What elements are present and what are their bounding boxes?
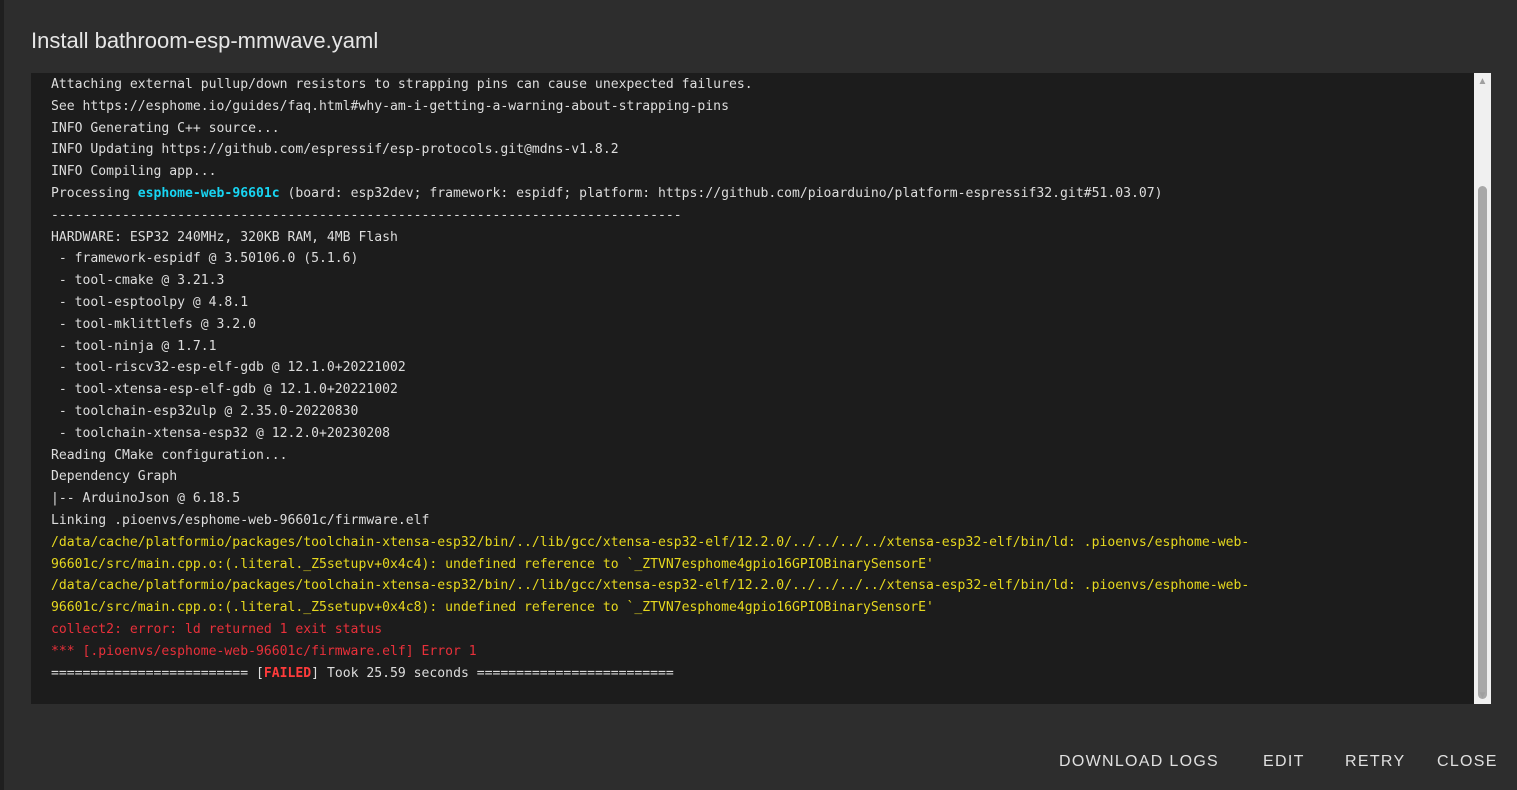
log-segment: 96601c/src/main.cpp.o:(.literal._Z5setup… <box>51 556 934 572</box>
install-dialog: Install bathroom-esp-mmwave.yaml Attachi… <box>4 0 1517 790</box>
log-segment: ========================= [ <box>51 665 264 681</box>
log-segment: - tool-riscv32-esp-elf-gdb @ 12.1.0+2022… <box>51 360 406 376</box>
edit-button[interactable]: EDIT <box>1263 750 1305 774</box>
log-line: *** [.pioenvs/esphome-web-96601c/firmwar… <box>51 641 1467 663</box>
log-segment: - framework-espidf @ 3.50106.0 (5.1.6) <box>51 251 359 267</box>
log-line: INFO Compiling app... <box>51 161 1467 183</box>
log-line: - toolchain-xtensa-esp32 @ 12.2.0+202302… <box>51 423 1467 445</box>
log-segment: ] Took 25.59 seconds ===================… <box>311 665 674 681</box>
log-segment: - toolchain-xtensa-esp32 @ 12.2.0+202302… <box>51 425 390 441</box>
log-line: - tool-xtensa-esp-elf-gdb @ 12.1.0+20221… <box>51 379 1467 401</box>
log-line: - tool-mklittlefs @ 3.2.0 <box>51 314 1467 336</box>
log-line: HARDWARE: ESP32 240MHz, 320KB RAM, 4MB F… <box>51 227 1467 249</box>
log-line: INFO Updating https://github.com/espress… <box>51 139 1467 161</box>
retry-button[interactable]: RETRY <box>1345 750 1405 774</box>
log-line: - framework-espidf @ 3.50106.0 (5.1.6) <box>51 248 1467 270</box>
dialog-title: Install bathroom-esp-mmwave.yaml <box>31 28 379 53</box>
failed-status-label: FAILED <box>263 665 312 681</box>
log-segment: |-- ArduinoJson @ 6.18.5 <box>51 491 241 507</box>
log-line: collect2: error: ld returned 1 exit stat… <box>51 619 1467 641</box>
log-segment: Processing <box>51 185 138 201</box>
log-line: Reading CMake configuration... <box>51 445 1467 467</box>
log-segment: *** [.pioenvs/esphome-web-96601c/firmwar… <box>51 643 477 659</box>
log-line: 96601c/src/main.cpp.o:(.literal._Z5setup… <box>51 554 1467 576</box>
download-logs-button[interactable]: DOWNLOAD LOGS <box>1059 750 1219 774</box>
log-line: - tool-esptoolpy @ 4.8.1 <box>51 292 1467 314</box>
scrollbar-thumb[interactable] <box>1478 185 1487 699</box>
log-segment: /data/cache/platformio/packages/toolchai… <box>51 534 1250 550</box>
log-segment: - tool-esptoolpy @ 4.8.1 <box>51 294 249 310</box>
log-segment: esphome-web-96601c <box>137 185 280 201</box>
log-segment: INFO Updating https://github.com/espress… <box>51 142 619 158</box>
log-line: - tool-riscv32-esp-elf-gdb @ 12.1.0+2022… <box>51 357 1467 379</box>
dialog-actions: DOWNLOAD LOGS EDIT RETRY CLOSE <box>4 750 1517 776</box>
log-output-text: Attaching external pullup/down resistors… <box>51 74 1467 684</box>
log-segment: Dependency Graph <box>51 469 178 485</box>
scroll-up-icon[interactable]: ▲ <box>1474 73 1491 90</box>
log-line: Attaching external pullup/down resistors… <box>51 74 1467 96</box>
log-segment: - tool-ninja @ 1.7.1 <box>51 338 217 354</box>
log-line: INFO Generating C++ source... <box>51 118 1467 140</box>
log-line: Processing esphome-web-96601c (board: es… <box>51 183 1467 205</box>
log-segment: - tool-xtensa-esp-elf-gdb @ 12.1.0+20221… <box>51 382 398 398</box>
log-segment: Linking .pioenvs/esphome-web-96601c/firm… <box>51 512 430 528</box>
log-segment: /data/cache/platformio/packages/toolchai… <box>51 578 1250 594</box>
log-segment: Reading CMake configuration... <box>51 447 288 463</box>
log-line: ========================= [FAILED] Took … <box>51 663 1467 685</box>
log-segment: INFO Generating C++ source... <box>51 120 280 136</box>
log-segment: ----------------------------------------… <box>51 207 682 223</box>
log-line: ----------------------------------------… <box>51 205 1467 227</box>
log-segment: HARDWARE: ESP32 240MHz, 320KB RAM, 4MB F… <box>51 229 398 245</box>
log-segment: Attaching external pullup/down resistors… <box>51 77 753 92</box>
log-segment: 96601c/src/main.cpp.o:(.literal._Z5setup… <box>51 600 934 616</box>
log-line: Dependency Graph <box>51 466 1467 488</box>
log-segment: (board: esp32dev; framework: espidf; pla… <box>279 185 1163 201</box>
log-scrollbar[interactable]: ▲ ▼ <box>1474 73 1491 704</box>
log-line: /data/cache/platformio/packages/toolchai… <box>51 532 1467 554</box>
close-button[interactable]: CLOSE <box>1437 750 1498 774</box>
scroll-down-icon[interactable]: ▼ <box>1474 687 1491 704</box>
log-line: /data/cache/platformio/packages/toolchai… <box>51 575 1467 597</box>
log-segment: collect2: error: ld returned 1 exit stat… <box>51 621 383 637</box>
log-segment: - toolchain-esp32ulp @ 2.35.0-20220830 <box>51 403 359 419</box>
log-segment: INFO Compiling app... <box>51 164 217 180</box>
log-line: |-- ArduinoJson @ 6.18.5 <box>51 488 1467 510</box>
log-line: - toolchain-esp32ulp @ 2.35.0-20220830 <box>51 401 1467 423</box>
log-line: - tool-cmake @ 3.21.3 <box>51 270 1467 292</box>
log-line: 96601c/src/main.cpp.o:(.literal._Z5setup… <box>51 597 1467 619</box>
log-output-panel[interactable]: Attaching external pullup/down resistors… <box>31 73 1491 704</box>
log-line: - tool-ninja @ 1.7.1 <box>51 336 1467 358</box>
log-segment: See https://esphome.io/guides/faq.html#w… <box>51 98 729 114</box>
log-line: Linking .pioenvs/esphome-web-96601c/firm… <box>51 510 1467 532</box>
log-line: See https://esphome.io/guides/faq.html#w… <box>51 96 1467 118</box>
log-segment: - tool-mklittlefs @ 3.2.0 <box>51 316 256 332</box>
log-segment: - tool-cmake @ 3.21.3 <box>51 273 225 289</box>
